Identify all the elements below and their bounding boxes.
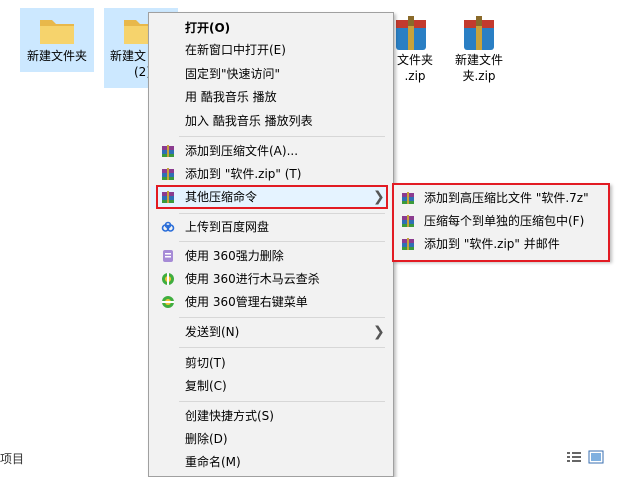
zip-archive-icon xyxy=(464,16,494,50)
360-delete-icon xyxy=(163,250,173,262)
desktop-item-folder-1[interactable]: 新建文件夹 xyxy=(20,8,94,72)
menu-item-add-to-zip[interactable]: 添加到 "软件.zip" (T) xyxy=(151,163,391,185)
zip-archive-icon xyxy=(396,16,426,50)
winrar-icon xyxy=(162,145,174,157)
menu-item-360-scan[interactable]: 使用 360进行木马云查杀 xyxy=(151,268,391,290)
desktop-item-label-line2: 夹.zip xyxy=(462,69,496,83)
menu-item-delete[interactable]: 删除(D) xyxy=(151,428,391,450)
view-toggle[interactable] xyxy=(566,450,606,464)
menu-item-cut[interactable]: 剪切(T) xyxy=(151,352,391,374)
menu-item-add-to-archive[interactable]: 添加到压缩文件(A)... xyxy=(151,140,391,162)
status-item-count: 项目 xyxy=(0,452,25,466)
highlight-box xyxy=(392,183,610,262)
menu-separator xyxy=(179,136,385,137)
menu-item-baidu-upload[interactable]: 上传到百度网盘 xyxy=(151,216,391,238)
360-menu-icon xyxy=(162,296,174,308)
menu-item-kuwo-playlist[interactable]: 加入 酷我音乐 播放列表 xyxy=(151,110,391,132)
context-menu: 打开(O) 在新窗口中打开(E) 固定到"快速访问" 用 酷我音乐 播放 加入 … xyxy=(148,12,394,477)
menu-item-send-to[interactable]: 发送到(N) ❯ xyxy=(151,321,391,343)
menu-item-create-shortcut[interactable]: 创建快捷方式(S) xyxy=(151,405,391,427)
chevron-right-icon: ❯ xyxy=(373,324,385,340)
menu-separator xyxy=(179,241,385,242)
winrar-icon xyxy=(162,168,174,180)
large-icons-view-icon[interactable] xyxy=(588,450,604,464)
desktop-item-label-line1: 新建文件 xyxy=(454,53,503,67)
highlight-box xyxy=(156,185,388,209)
baidu-netdisk-icon xyxy=(161,221,175,232)
menu-separator xyxy=(179,317,385,318)
menu-item-rename[interactable]: 重命名(M) xyxy=(151,451,391,473)
desktop-item-label: 新建文件夹 xyxy=(26,49,87,63)
menu-item-copy[interactable]: 复制(C) xyxy=(151,375,391,397)
details-view-icon[interactable] xyxy=(566,450,582,464)
menu-separator xyxy=(179,347,385,348)
360-scan-icon xyxy=(162,273,174,285)
folder-icon xyxy=(40,20,74,44)
menu-separator xyxy=(179,401,385,402)
menu-item-open[interactable]: 打开(O) xyxy=(151,17,391,39)
menu-item-open-new-window[interactable]: 在新窗口中打开(E) xyxy=(151,39,391,61)
menu-item-kuwo-play[interactable]: 用 酷我音乐 播放 xyxy=(151,86,391,108)
menu-separator xyxy=(179,213,385,214)
menu-item-360-manage-menu[interactable]: 使用 360管理右键菜单 xyxy=(151,291,391,313)
desktop-item-zip-2[interactable]: 新建文件 夹.zip xyxy=(442,8,516,88)
menu-item-pin-quick-access[interactable]: 固定到"快速访问" xyxy=(151,63,391,85)
menu-item-360-delete[interactable]: 使用 360强力删除 xyxy=(151,245,391,267)
